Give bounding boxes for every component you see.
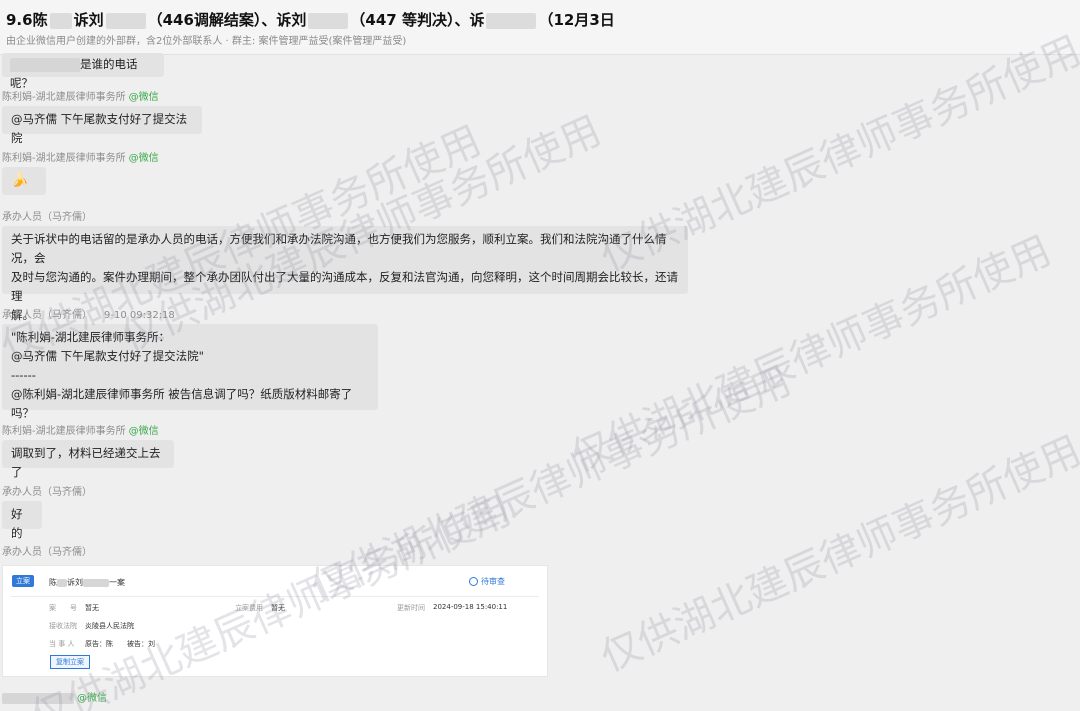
wechat-tag: @微信 [128,92,159,103]
redaction-block [49,12,72,29]
chat-header: 9.6陈 诉刘 （446调解结案）、诉刘 （447 等判决）、诉 （12月3日 由企业微… [0,0,1080,55]
message-text: 调取到了，材料已经递交上去了 [11,446,161,479]
case-tag: 立案 [12,575,34,587]
message: 承办人员（马齐儒） 好的 [2,483,92,540]
case-screenshot-image[interactable]: 立案 陈诉刘 一案 待审查 案 号 暂无 立案费用 暂无 更新时间 2024-09… [2,565,548,677]
copy-filing-button[interactable]: 复制立案 [50,655,90,669]
title-part: （447 等判决）、诉 [350,11,485,29]
message-bubble[interactable]: 好的 [2,501,42,540]
message: 承办人员（马齐儒） [2,543,92,558]
redaction-block [486,12,537,29]
wechat-tag: @微信 [77,693,107,704]
group-title: 9.6陈 诉刘 （446调解结案）、诉刘 （447 等判决）、诉 （12月3日 [6,9,615,30]
field-value: 暂无 [271,604,285,612]
message-line: 关于诉状中的电话留的是承办人员的电话，方便我们和承办法院沟通，也方便我们为您服务… [11,232,667,265]
sender-name: 陈利娟-湖北建辰律师事务所 @微信 [2,426,159,437]
redaction-block [10,57,80,72]
message-bubble[interactable]: 🍌 [2,167,46,195]
timestamp: 9-10 09:32:18 [104,310,175,321]
title-part: （446调解结案）、诉刘 [147,11,307,29]
field-value: 2024-09-18 15:40:11 [433,603,508,611]
message-line: 及时与您沟通的。案件办理期间，整个承办团队付出了大量的沟通成本，反复和法官沟通，… [11,270,678,303]
quote-line: "陈利娟-湖北建辰律师事务所： [11,330,170,344]
redaction-block [105,12,146,29]
message-text: 好的 [11,507,23,540]
title-part: 9.6陈 [6,11,48,29]
sender-name: 承办人员（马齐儒） 9-10 09:32:18 [2,310,175,321]
redaction-block [2,692,74,704]
field-value: 原告：陈 被告：刘 [85,640,155,648]
sender-name: 陈利娟-湖北建辰律师事务所 @微信 [2,92,159,103]
field-label: 更新时间 [397,604,425,612]
message: 陈利娟-湖北建辰律师事务所 @微信 🍌 [2,149,159,195]
field-label: 立案费用 [235,604,263,612]
field-label: 接收法院 [49,622,77,630]
message: 陈利娟-湖北建辰律师事务所 @微信 调取到了，材料已经递交上去了 [2,422,174,479]
message-list[interactable]: 是谁的电话呢？ 陈利娟-湖北建辰律师事务所 @微信 @马齐儒 下午尾款支付好了提交… [0,53,1080,711]
wechat-tag: @微信 [128,153,159,164]
message-text: @马齐儒 下午尾款支付好了提交法院 [11,112,188,145]
title-part: 诉刘 [73,11,104,29]
sender-name: 陈利娟-湖北建辰律师事务所 @微信 [2,153,159,164]
message-bubble[interactable]: @马齐儒 下午尾款支付好了提交法院 [2,106,202,145]
quote-line: @马齐儒 下午尾款支付好了提交法院" [11,349,204,363]
sender-name: 承办人员（马齐儒） [2,212,92,223]
message: 承办人员（马齐儒） 9-10 09:32:18 "陈利娟-湖北建辰律师事务所： @… [2,306,378,420]
case-status: 待审查 [469,576,505,587]
message: 承办人员（马齐儒） 关于诉状中的电话留的是承办人员的电话，方便我们和承办法院沟通… [2,208,688,322]
group-subtitle: 由企业微信用户创建的外部群，含2位外部联系人 · 群主: 案件管理严益受(案件管… [6,36,407,47]
message-line: @陈利娟-湖北建辰律师事务所 被告信息调了吗？纸质版材料邮寄了吗？ [11,387,353,420]
quote-separator: ------ [11,368,36,382]
redaction-block [308,12,349,29]
field-label: 当 事 人 [49,640,75,648]
clock-icon [469,577,478,586]
case-title: 陈诉刘 一案 [49,578,125,587]
sender-name: 承办人员（马齐儒） [2,487,92,498]
message: @微信 [2,689,107,704]
divider [11,596,539,597]
field-label: 案 号 [49,604,77,612]
banana-icon: 🍌 [11,172,29,188]
sender-name: @微信 [2,689,107,704]
wechat-tag: @微信 [128,426,159,437]
field-value: 暂无 [85,604,99,612]
message-bubble[interactable]: 是谁的电话呢？ [2,53,164,90]
field-value: 炎陵县人民法院 [85,622,134,630]
sender-name: 承办人员（马齐儒） [2,547,92,558]
message-bubble[interactable]: "陈利娟-湖北建辰律师事务所： @马齐儒 下午尾款支付好了提交法院" -----… [2,324,378,420]
message: 陈利娟-湖北建辰律师事务所 @微信 @马齐儒 下午尾款支付好了提交法院 [2,88,202,145]
title-part: （12月3日 [538,11,615,29]
message-bubble[interactable]: 调取到了，材料已经递交上去了 [2,440,174,479]
message-bubble[interactable]: 关于诉状中的电话留的是承办人员的电话，方便我们和承办法院沟通，也方便我们为您服务… [2,226,688,322]
